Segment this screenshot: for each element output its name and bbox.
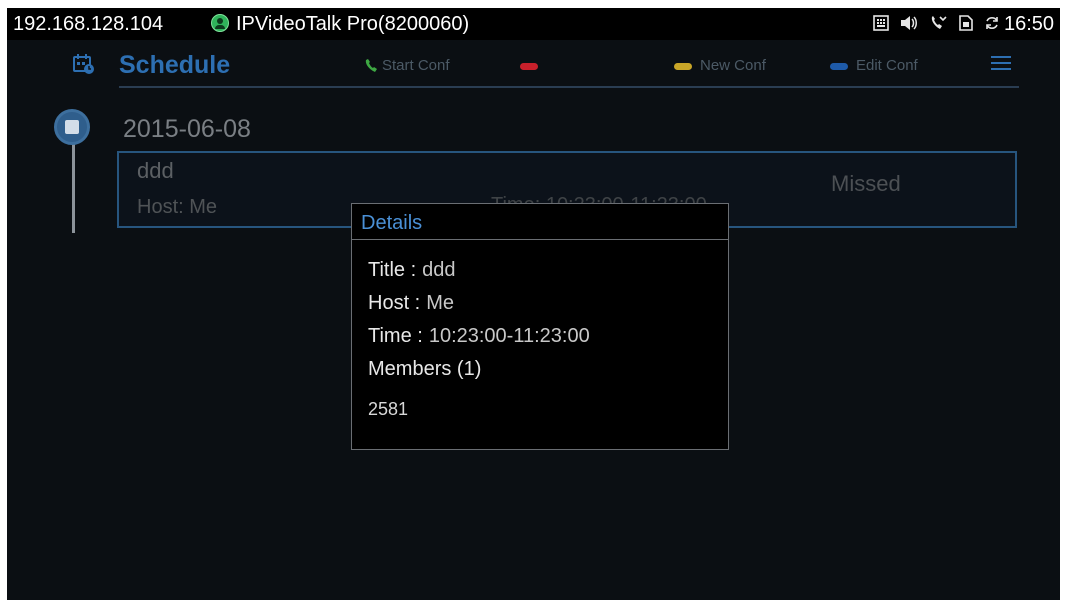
app-name: IPVideoTalk Pro(8200060) (236, 13, 470, 35)
timeline-line (72, 141, 75, 233)
sync-icon (986, 17, 998, 29)
clock: 16:50 (1004, 13, 1055, 35)
conference-host: Host: Me (137, 196, 218, 218)
member-item[interactable]: 2581 (368, 399, 408, 420)
legend-new-conf[interactable]: New Conf (674, 57, 766, 74)
missed-call-icon (931, 16, 947, 29)
detail-members-label: Members (1) (368, 358, 482, 380)
schedule-header: Schedule Start Conf New Conf Edit Conf (7, 40, 1060, 90)
ip-address: 192.168.128.104 (13, 13, 164, 35)
screen: 192.168.128.104 IPVideoTalk Pro(8200060)… (7, 8, 1060, 600)
volume-icon (901, 16, 917, 30)
dialog-header: Details (352, 204, 728, 240)
details-dialog: Details Title : ddd Host : Me Time :10:23:… (351, 203, 729, 450)
header-divider (119, 86, 1019, 88)
legend-start-conf[interactable]: Start Conf (364, 57, 450, 74)
sim-icon (959, 15, 973, 31)
timeline-date: 2015-06-08 (123, 115, 251, 143)
detail-host-row: Host : Me (368, 292, 455, 314)
conference-title: ddd (137, 158, 174, 183)
detail-time-row: Time :10:23:00-11:23:00 (368, 325, 590, 347)
yellow-dot (674, 62, 692, 70)
phone-icon (365, 59, 377, 73)
legend-red (520, 57, 546, 74)
dialog-title: Details (361, 212, 423, 234)
red-dot (520, 62, 538, 70)
status-bar: 192.168.128.104 IPVideoTalk Pro(8200060)… (7, 8, 1060, 40)
keypad-icon (873, 15, 889, 31)
contact-icon (211, 14, 229, 32)
legend-edit-conf[interactable]: Edit Conf (830, 57, 918, 74)
conference-status: Missed (831, 171, 901, 196)
page-title: Schedule (119, 51, 231, 79)
schedule-icon (73, 54, 94, 74)
blue-dot (830, 62, 848, 70)
menu-icon[interactable] (991, 56, 1011, 72)
calendar-icon (54, 109, 90, 145)
detail-title-row: Title : ddd (368, 259, 456, 281)
